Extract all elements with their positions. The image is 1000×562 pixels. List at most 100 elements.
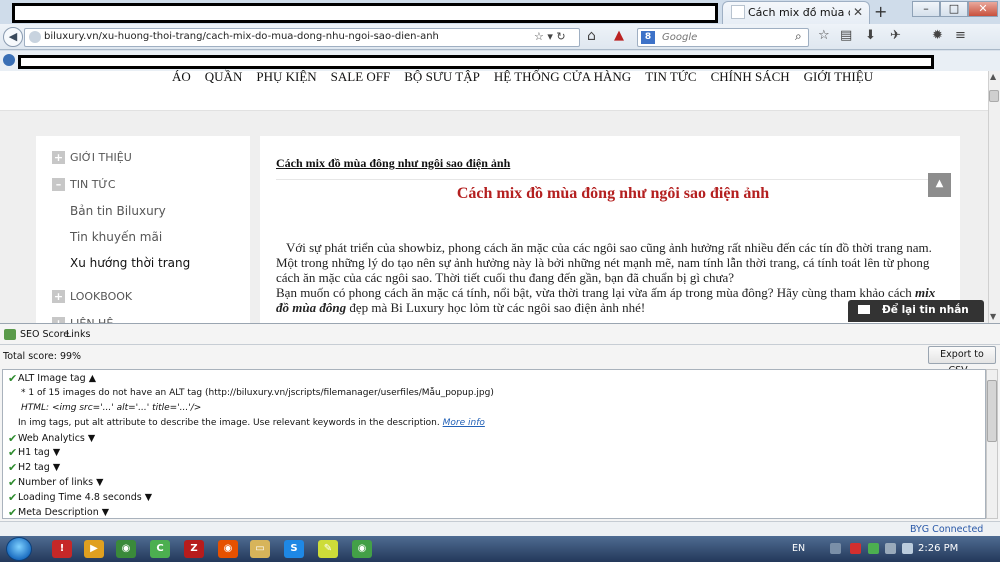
- back-button[interactable]: ◀: [3, 27, 23, 47]
- expand-icon[interactable]: +: [52, 290, 65, 303]
- start-button[interactable]: [6, 537, 32, 561]
- tab-close-icon[interactable]: ✕: [853, 5, 863, 19]
- filezilla-icon[interactable]: Z: [184, 540, 204, 558]
- menu-item-phu-kien[interactable]: PHỤ KIỆN: [256, 69, 316, 85]
- maximize-button[interactable]: □: [940, 1, 968, 17]
- expand-arrow-icon[interactable]: ▼: [96, 477, 103, 488]
- menu-item-sale-off[interactable]: SALE OFF: [331, 69, 391, 85]
- seo-score-icon: [4, 329, 16, 340]
- page-scrollbar-thumb[interactable]: [989, 90, 999, 102]
- pass-check-icon: ✔: [8, 506, 18, 519]
- clock[interactable]: 2:26 PM: [918, 543, 958, 554]
- seo-results-list: ✔ ALT Image tag ▲ * 1 of 15 images do no…: [2, 369, 986, 519]
- volume-icon[interactable]: [902, 543, 913, 554]
- redacted-bar-inner: [15, 6, 715, 20]
- collapse-icon[interactable]: –: [52, 178, 65, 191]
- results-scrollbar-thumb[interactable]: [987, 380, 997, 442]
- language-indicator[interactable]: EN: [792, 543, 805, 554]
- tab-seo-score[interactable]: SEO Score: [20, 329, 69, 340]
- pass-check-icon: ✔: [8, 476, 18, 489]
- pass-check-icon: ✔: [8, 491, 18, 504]
- extension-icon[interactable]: ▲: [614, 28, 624, 43]
- expand-icon[interactable]: +: [52, 151, 65, 164]
- download-icon[interactable]: ⬇: [865, 28, 876, 43]
- bookmark-favicon-icon[interactable]: [3, 54, 15, 66]
- tab-title: Cách mix đồ mùa đông ...: [748, 6, 850, 19]
- divider: [276, 179, 950, 180]
- bookmark-star-icon[interactable]: ☆: [818, 28, 830, 43]
- sidebar-subitem-xu-huong[interactable]: Xu hướng thời trang: [70, 256, 190, 270]
- page-scrollbar[interactable]: [988, 71, 1000, 323]
- result-row-h1[interactable]: H1 tag ▼: [18, 447, 60, 458]
- expand-arrow-icon[interactable]: ▼: [102, 507, 109, 518]
- collapse-arrow-icon[interactable]: ▲: [89, 373, 96, 384]
- menu-item-quan[interactable]: QUẦN: [205, 69, 243, 85]
- sidebar-subitem-ban-tin[interactable]: Bản tin Biluxury: [70, 204, 166, 218]
- menu-item-gioi-thieu[interactable]: GIỚI THIỆU: [804, 69, 873, 85]
- menu-item-ao[interactable]: ÁO: [172, 69, 191, 85]
- sidebar-item-gioi-thieu[interactable]: GIỚI THIỆU: [70, 151, 132, 164]
- expand-arrow-icon[interactable]: ▼: [88, 433, 95, 444]
- bookmarks-list-icon[interactable]: ▤: [840, 28, 852, 43]
- site-identity-icon[interactable]: [29, 31, 41, 43]
- result-label: H2 tag: [18, 462, 50, 473]
- menu-item-tin-tuc[interactable]: TIN TỨC: [645, 69, 696, 85]
- antivirus-icon[interactable]: !: [52, 540, 72, 558]
- sidebar-item-tin-tuc[interactable]: TIN TỨC: [70, 178, 116, 191]
- result-row-meta-description[interactable]: Meta Description ▼: [18, 507, 109, 518]
- tray-app-icon[interactable]: [830, 543, 841, 554]
- menu-item-chinh-sach[interactable]: CHÍNH SÁCH: [711, 69, 790, 85]
- folder-icon[interactable]: ▭: [250, 540, 270, 558]
- chrome-icon[interactable]: ◉: [352, 540, 372, 558]
- firefox-icon[interactable]: ◉: [218, 540, 238, 558]
- google-engine-icon[interactable]: 8: [641, 31, 655, 44]
- result-row-alt-image[interactable]: ALT Image tag ▲: [18, 373, 96, 384]
- result-label: Meta Description: [18, 507, 99, 518]
- expand-arrow-icon[interactable]: ▼: [53, 462, 60, 473]
- app-icon[interactable]: C: [150, 540, 170, 558]
- search-input[interactable]: [662, 29, 787, 45]
- result-label: ALT Image tag: [18, 373, 86, 384]
- url-text: biluxury.vn/xu-huong-thoi-trang/cach-mix…: [44, 31, 439, 42]
- result-row-h2[interactable]: H2 tag ▼: [18, 462, 60, 473]
- home-icon[interactable]: ⌂: [587, 28, 596, 44]
- menu-item-he-thong-cua-hang[interactable]: HỆ THỐNG CỬA HÀNG: [494, 69, 631, 85]
- byg-status[interactable]: BYG Connected: [910, 524, 983, 535]
- result-row-loading-time[interactable]: Loading Time 4.8 seconds ▼: [18, 492, 152, 503]
- search-icon[interactable]: ⌕: [795, 29, 802, 44]
- divider: [0, 344, 1000, 345]
- network-icon[interactable]: [885, 543, 896, 554]
- site-main-menu: ÁO QUẦN PHỤ KIỆN SALE OFF BỘ SƯU TẬP HỆ …: [172, 69, 887, 85]
- menu-item-bo-suu-tap[interactable]: BỘ SƯU TẬP: [404, 69, 480, 85]
- result-row-links[interactable]: Number of links ▼: [18, 477, 103, 488]
- tab-links[interactable]: Links: [66, 329, 90, 340]
- scroll-down-icon[interactable]: ▼: [990, 312, 996, 321]
- settings-gear-icon[interactable]: ✹: [932, 28, 943, 43]
- result-row-web-analytics[interactable]: Web Analytics ▼: [18, 433, 95, 444]
- new-tab-icon[interactable]: +: [874, 2, 887, 21]
- leave-message-label: Để lại tin nhắn: [882, 304, 969, 316]
- chrome-icon[interactable]: ◉: [116, 540, 136, 558]
- more-info-link[interactable]: More info: [443, 418, 485, 428]
- sidebar-subitem-khuyen-mai[interactable]: Tin khuyến mãi: [70, 230, 162, 244]
- expand-arrow-icon[interactable]: ▼: [145, 492, 152, 503]
- addon-icon[interactable]: ✈: [890, 28, 901, 43]
- export-csv-button[interactable]: Export to CSV...: [928, 346, 996, 376]
- article-breadcrumb[interactable]: Cách mix đồ mùa đông như ngôi sao điện ả…: [276, 156, 510, 171]
- article-title: Cách mix đồ mùa đông như ngôi sao điện ả…: [456, 185, 770, 202]
- result-label: Web Analytics: [18, 433, 85, 444]
- envelope-icon: [858, 305, 870, 314]
- media-player-icon[interactable]: ▶: [84, 540, 104, 558]
- sidebar-item-lookbook[interactable]: LOOKBOOK: [70, 290, 132, 303]
- close-window-button[interactable]: ✕: [968, 1, 998, 17]
- minimize-button[interactable]: –: [912, 1, 940, 17]
- notepad-icon[interactable]: ✎: [318, 540, 338, 558]
- expand-arrow-icon[interactable]: ▼: [53, 447, 60, 458]
- scroll-up-icon[interactable]: ▲: [990, 72, 996, 81]
- tray-v-icon[interactable]: [850, 543, 861, 554]
- reload-icon[interactable]: ☆ ▾ ↻: [534, 30, 566, 43]
- tray-shield-icon[interactable]: [868, 543, 879, 554]
- menu-icon[interactable]: ≡: [955, 28, 966, 43]
- pass-check-icon: ✔: [8, 372, 18, 385]
- skype-icon[interactable]: S: [284, 540, 304, 558]
